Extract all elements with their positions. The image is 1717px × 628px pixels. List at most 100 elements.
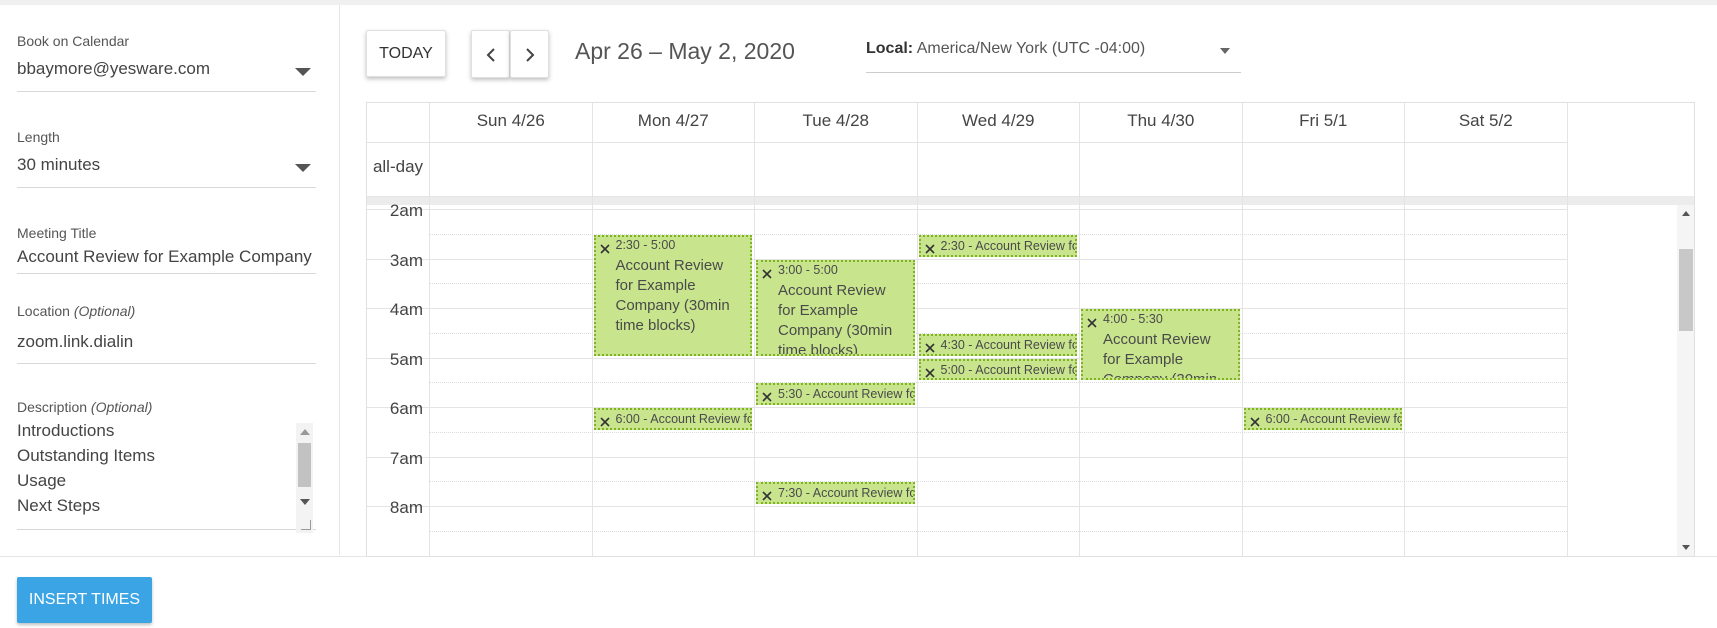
calendar-value[interactable]: bbaymore@yesware.com [17,49,316,92]
calendar-value-text: bbaymore@yesware.com [17,59,210,78]
insert-times-button[interactable]: INSERT TIMES [17,577,152,623]
today-button[interactable]: TODAY [366,30,446,77]
calendar-event[interactable]: 5:00 - Account Review for Example Compan… [918,358,1077,381]
event-title: Account Review for Example Company (30mi… [615,256,730,334]
hour-line [367,209,1567,210]
calendar-event[interactable]: 2:30 - Account Review for Example Compan… [918,234,1077,257]
calendar-event[interactable]: 4:00 - 5:30 Account Review for Example Co… [1081,309,1240,381]
day-column-line [429,103,430,556]
length-select[interactable]: Length 30 minutes [17,129,316,188]
event-time: 5:30 - Account Review for Example Compan… [778,387,913,402]
caret-down-icon[interactable] [1220,48,1230,54]
resize-handle-icon[interactable] [298,517,312,531]
caret-down-icon[interactable] [295,164,311,172]
event-time: 2:30 - Account Review for Example Compan… [940,238,1076,253]
calendar-label: Book on Calendar [17,33,130,49]
day-header[interactable]: Fri 5/1 [1241,103,1405,142]
event-title: Account Review for Example Company (30mi… [1103,331,1218,381]
header-divider [367,142,1567,143]
bottom-bar [0,556,1717,628]
length-label: Length [17,129,60,145]
close-icon[interactable] [761,268,773,280]
close-icon[interactable] [924,367,936,379]
calendar-event[interactable]: 2:30 - 5:00 Account Review for Example Co… [593,234,752,356]
description-textarea[interactable]: Introductions Outstanding Items Usage Ne… [17,418,316,530]
description-label-row: Description (Optional) [17,399,316,415]
day-header[interactable]: Mon 4/27 [591,103,755,142]
calendar-event[interactable]: 6:00 - Account Review for Example Compan… [1243,408,1402,430]
close-icon[interactable] [1249,416,1261,428]
hour-line [367,308,1567,309]
description-line: Usage [17,471,67,490]
calendar-select[interactable]: Book on Calendar bbaymore@yesware.com [17,33,316,92]
event-time: 6:00 - Account Review for Example Compan… [1265,412,1401,426]
location-field[interactable]: Location (Optional) zoom.link.dialin [17,303,316,364]
scroll-thumb[interactable] [1679,249,1693,331]
day-column-line [1079,103,1080,556]
day-header[interactable]: Sat 5/2 [1404,103,1567,142]
chevron-left-icon [486,48,495,62]
scroll-down-icon[interactable] [300,499,310,505]
day-header[interactable]: Tue 4/28 [754,103,917,142]
location-label-text: Location [17,303,70,319]
calendar-event[interactable]: 4:30 - Account Review for Example Compan… [918,333,1077,356]
day-column-line [1566,103,1568,556]
length-value-text: 30 minutes [17,155,101,174]
timezone-prefix: Local: [866,40,914,57]
day-column-line [1404,103,1405,556]
meeting-title-input[interactable]: Account Review for Example Company [17,241,316,274]
day-header[interactable]: Wed 4/29 [916,103,1080,142]
length-value[interactable]: 30 minutes [17,145,316,188]
description-label-text: Description [17,399,88,415]
description-line: Introductions [17,421,115,440]
event-time: 2:30 - 5:00 [615,237,676,252]
day-column-line [916,103,918,556]
scroll-up-icon[interactable] [300,429,310,435]
half-hour-line [429,382,1567,384]
description-label: Description (Optional) [17,399,316,415]
calendar-event[interactable]: 6:00 - Account Review for Example Compan… [593,408,752,430]
close-icon[interactable] [761,391,773,403]
event-time: 6:00 - Account Review for Example Compan… [615,412,751,426]
hour-line [367,258,1567,260]
event-time: 7:30 - Account Review for Example Compan… [778,486,913,501]
day-column-line [591,103,593,556]
event-time: 3:00 - 5:00 [778,262,838,277]
allday-bottom-line [367,196,1567,197]
day-column-line [1241,103,1243,556]
day-header[interactable]: Sun 4/26 [429,103,592,142]
close-icon[interactable] [924,243,936,255]
event-time: 4:30 - Account Review for Example Compan… [940,337,1076,352]
location-optional-text: (Optional) [73,303,136,319]
hour-label: 2am [389,201,423,220]
location-label: Location (Optional) [17,303,316,319]
meeting-title-label: Meeting Title [17,225,97,241]
meeting-title-field[interactable]: Meeting Title Account Review for Example… [17,225,316,274]
close-icon[interactable] [924,342,936,354]
close-icon[interactable] [599,243,611,255]
scroll-thumb[interactable] [298,443,311,487]
hour-label: 4am [389,300,423,319]
hour-line [367,506,1567,507]
scroll-up-icon[interactable] [1682,211,1690,216]
calendar-event[interactable]: 3:00 - 5:00 Account Review for Example Co… [756,259,915,356]
timezone-value: America/New York (UTC -04:00) [916,40,1146,57]
location-input[interactable]: zoom.link.dialin [17,319,316,364]
caret-down-icon[interactable] [295,68,311,76]
scroll-down-icon[interactable] [1682,545,1690,550]
close-icon[interactable] [599,416,611,428]
day-header[interactable]: Thu 4/30 [1079,103,1242,142]
close-icon[interactable] [761,490,773,502]
half-hour-line [429,481,1567,483]
prev-week-button[interactable] [471,30,510,78]
description-line: Outstanding Items [17,446,155,465]
calendar-scrollbar[interactable] [1677,205,1694,556]
next-week-button[interactable] [510,30,549,78]
event-time: 5:00 - Account Review for Example Compan… [940,362,1076,377]
calendar-event[interactable]: 5:30 - Account Review for Example Compan… [756,383,915,405]
chevron-right-icon [526,48,535,62]
event-time: 4:00 - 5:30 [1103,312,1163,326]
calendar-event[interactable]: 7:30 - Account Review for Example Compan… [756,482,915,504]
close-icon[interactable] [1086,317,1098,329]
timezone-select[interactable]: Local: America/New York (UTC -04:00) [866,40,1241,73]
